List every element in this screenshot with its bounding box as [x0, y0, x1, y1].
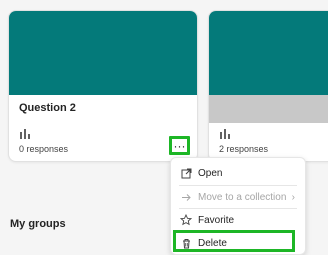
responses-count: 2 responses [219, 144, 269, 154]
response-chart-icon [220, 129, 230, 139]
section-title-my-groups: My groups [10, 218, 66, 230]
more-horizontal-icon: ··· [173, 138, 186, 153]
menu-item-label: Favorite [198, 214, 235, 226]
menu-item-open[interactable]: Open [171, 162, 305, 184]
form-card-2[interactable]: 2 responses [208, 10, 328, 162]
menu-item-favorite[interactable]: Favorite [171, 209, 305, 231]
card-banner [209, 11, 328, 95]
menu-item-label: Open [198, 167, 223, 179]
card-title-placeholder [209, 95, 328, 123]
responses-count: 0 responses [19, 144, 69, 154]
chevron-right-icon: › [291, 191, 295, 203]
menu-item-label: Move to a collection [198, 191, 287, 203]
menu-item-move-to-collection[interactable]: Move to a collection › [171, 186, 305, 208]
delete-highlight-box [173, 230, 295, 252]
response-chart-icon [20, 129, 30, 139]
card-title: Question 2 [19, 102, 76, 114]
move-arrow-icon [180, 191, 192, 203]
open-external-icon [180, 167, 192, 179]
more-options-button[interactable]: ··· [169, 136, 190, 155]
star-icon [180, 214, 192, 226]
card-banner [9, 11, 197, 95]
